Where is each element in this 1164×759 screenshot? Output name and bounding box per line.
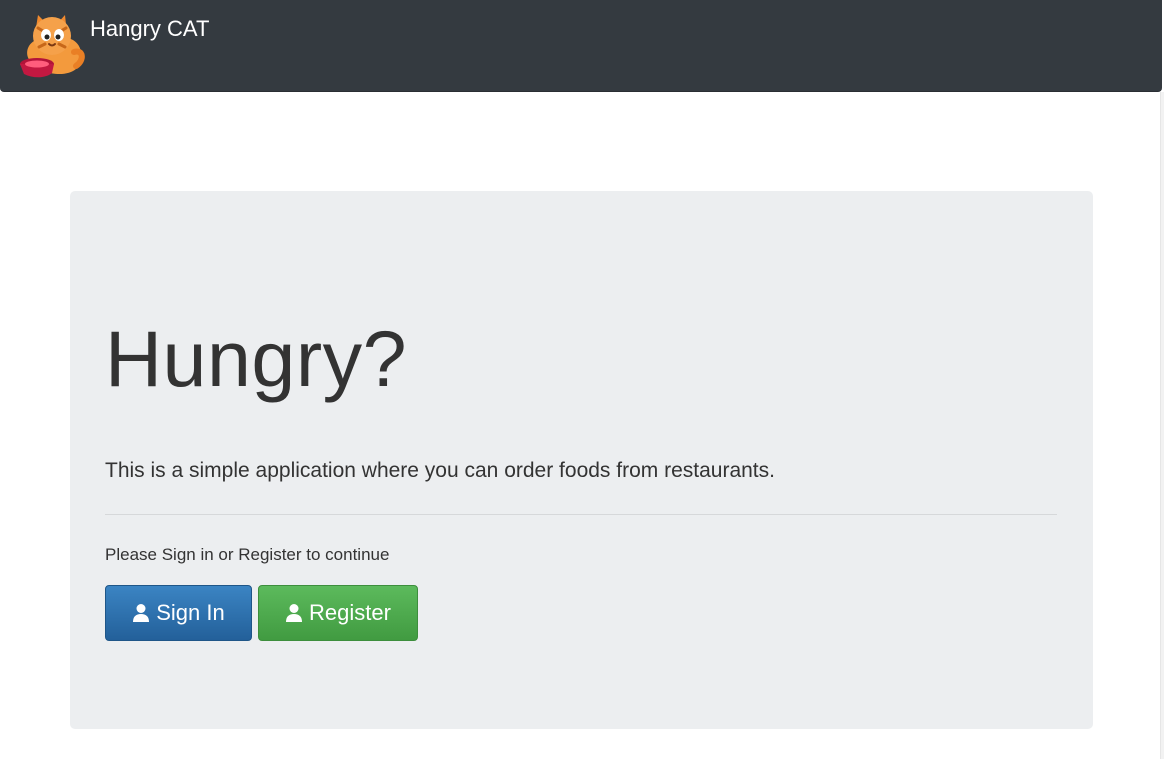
brand-name: Hangry CAT [90, 16, 210, 41]
page-title: Hungry? [105, 314, 408, 403]
brand-link[interactable]: Hangry CAT [18, 10, 209, 78]
sign-in-button-label: Sign In [156, 600, 225, 625]
register-button[interactable]: Register [258, 585, 418, 641]
hungry-cat-logo-icon [20, 15, 85, 78]
sign-in-button[interactable]: Sign In [105, 585, 252, 641]
user-icon [133, 604, 150, 622]
user-icon [286, 604, 303, 622]
hero-panel: Hungry? This is a simple application whe… [70, 191, 1093, 729]
page-scrollbar-edge[interactable] [1160, 92, 1164, 759]
section-divider [105, 514, 1057, 515]
auth-prompt: Please Sign in or Register to continue [105, 545, 390, 564]
top-navbar: Hangry CAT [0, 0, 1162, 92]
hero-description: This is a simple application where you c… [105, 459, 775, 482]
register-button-label: Register [309, 600, 391, 625]
